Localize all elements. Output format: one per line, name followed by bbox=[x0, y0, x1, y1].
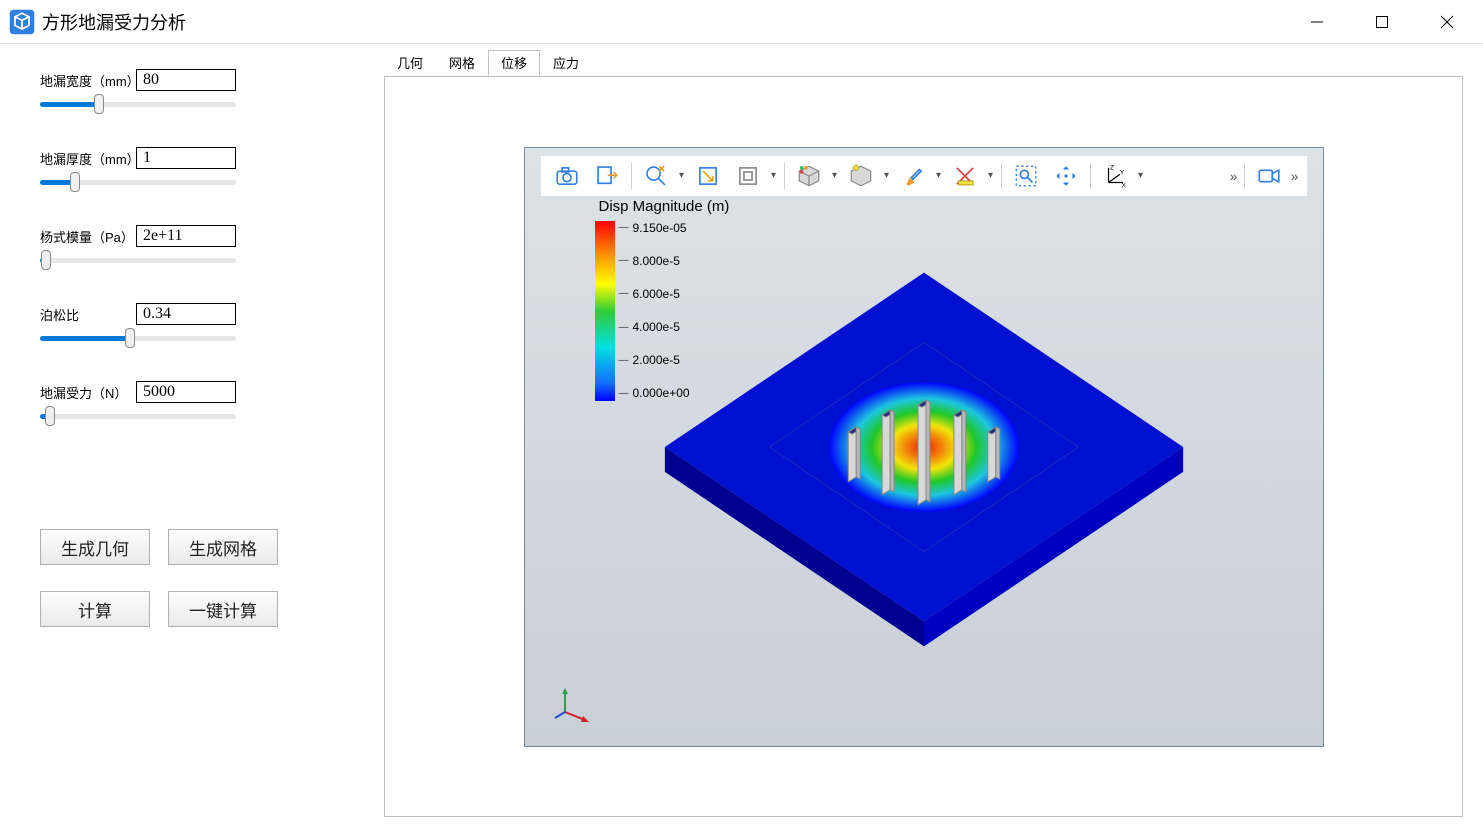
param-input[interactable] bbox=[136, 225, 236, 247]
app-icon bbox=[8, 8, 36, 36]
param-label: 地漏受力（N） bbox=[40, 383, 136, 402]
param-slider[interactable] bbox=[40, 409, 236, 423]
param-input[interactable] bbox=[136, 381, 236, 403]
viewer-frame: ▾ ▾ ▾ ▾ bbox=[384, 76, 1463, 817]
param-slider[interactable] bbox=[40, 253, 236, 267]
param-input[interactable] bbox=[136, 69, 236, 91]
one-click-compute-button[interactable]: 一键计算 bbox=[168, 591, 278, 627]
axis-triad bbox=[553, 684, 593, 724]
parameter-sidebar: 地漏宽度（mm）地漏厚度（mm）杨式模量（Pa）泊松比地漏受力（N） 生成几何 … bbox=[0, 44, 384, 837]
param-label: 地漏宽度（mm） bbox=[40, 71, 136, 90]
compute-button[interactable]: 计算 bbox=[40, 591, 150, 627]
maximize-button[interactable] bbox=[1349, 0, 1414, 44]
param-input[interactable] bbox=[136, 147, 236, 169]
param-label: 杨式模量（Pa） bbox=[40, 227, 136, 246]
param-input[interactable] bbox=[136, 303, 236, 325]
model-render bbox=[525, 148, 1323, 746]
generate-mesh-button[interactable]: 生成网格 bbox=[168, 529, 278, 565]
param-label: 泊松比 bbox=[40, 305, 136, 324]
param-slider[interactable] bbox=[40, 97, 236, 111]
param-slider[interactable] bbox=[40, 175, 236, 189]
param-row: 地漏宽度（mm） bbox=[40, 69, 344, 119]
param-row: 地漏受力（N） bbox=[40, 381, 344, 431]
tab-几何[interactable]: 几何 bbox=[384, 50, 436, 76]
param-row: 地漏厚度（mm） bbox=[40, 147, 344, 197]
title-bar: 方形地漏受力分析 bbox=[0, 0, 1483, 44]
window-title: 方形地漏受力分析 bbox=[42, 9, 1284, 35]
close-button[interactable] bbox=[1414, 0, 1479, 44]
tab-位移[interactable]: 位移 bbox=[488, 50, 540, 76]
minimize-button[interactable] bbox=[1284, 0, 1349, 44]
param-row: 泊松比 bbox=[40, 303, 344, 353]
tab-网格[interactable]: 网格 bbox=[436, 50, 488, 76]
param-slider[interactable] bbox=[40, 331, 236, 345]
param-row: 杨式模量（Pa） bbox=[40, 225, 344, 275]
render-canvas[interactable]: ▾ ▾ ▾ ▾ bbox=[524, 147, 1324, 747]
window-controls bbox=[1284, 0, 1479, 44]
result-tabs: 几何网格位移应力 bbox=[384, 54, 1463, 76]
generate-geometry-button[interactable]: 生成几何 bbox=[40, 529, 150, 565]
param-label: 地漏厚度（mm） bbox=[40, 149, 136, 168]
tab-应力[interactable]: 应力 bbox=[540, 50, 592, 76]
